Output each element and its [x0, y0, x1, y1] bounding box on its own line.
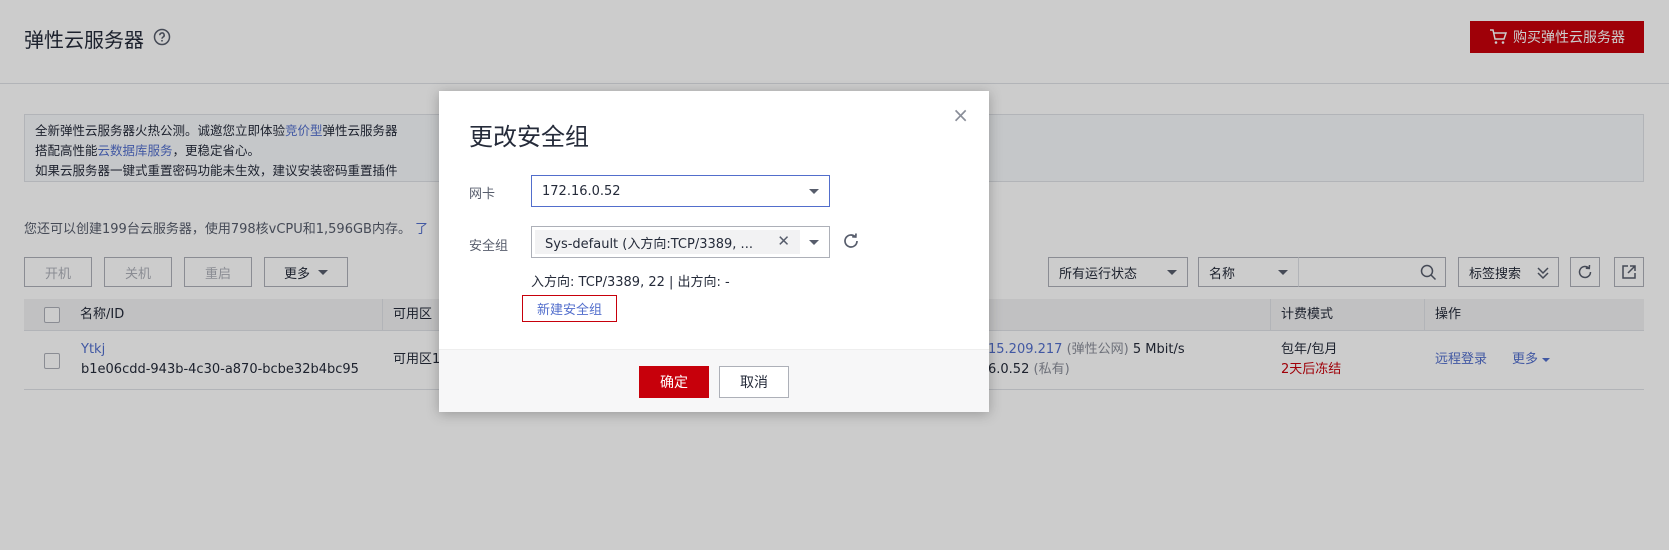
security-group-label: 安全组: [469, 239, 509, 254]
dialog-title: 更改安全组: [469, 123, 589, 151]
security-group-rules: 入方向: TCP/3389, 22 | 出方向: -: [531, 275, 730, 290]
refresh-icon[interactable]: [841, 231, 861, 251]
remove-tag-icon[interactable]: ✕: [777, 232, 790, 250]
confirm-button[interactable]: 确定: [639, 366, 709, 398]
security-group-tag: Sys-default (入方向:TCP/3389, ... ✕: [535, 230, 800, 254]
cancel-button[interactable]: 取消: [719, 366, 789, 398]
security-group-select[interactable]: Sys-default (入方向:TCP/3389, ... ✕: [531, 226, 830, 258]
nic-label: 网卡: [469, 187, 496, 202]
caret-down-icon: [809, 189, 819, 194]
nic-value: 172.16.0.52: [542, 183, 621, 199]
caret-down-icon: [809, 240, 819, 245]
change-security-group-dialog: × 更改安全组 网卡 172.16.0.52 安全组 Sys-default (…: [439, 91, 989, 412]
create-security-group-link[interactable]: 新建安全组: [522, 295, 617, 322]
security-group-tag-label: Sys-default (入方向:TCP/3389, ...: [545, 236, 753, 252]
nic-select[interactable]: 172.16.0.52: [531, 175, 830, 207]
dialog-footer: 确定 取消: [439, 349, 989, 412]
close-icon[interactable]: ×: [952, 105, 969, 125]
